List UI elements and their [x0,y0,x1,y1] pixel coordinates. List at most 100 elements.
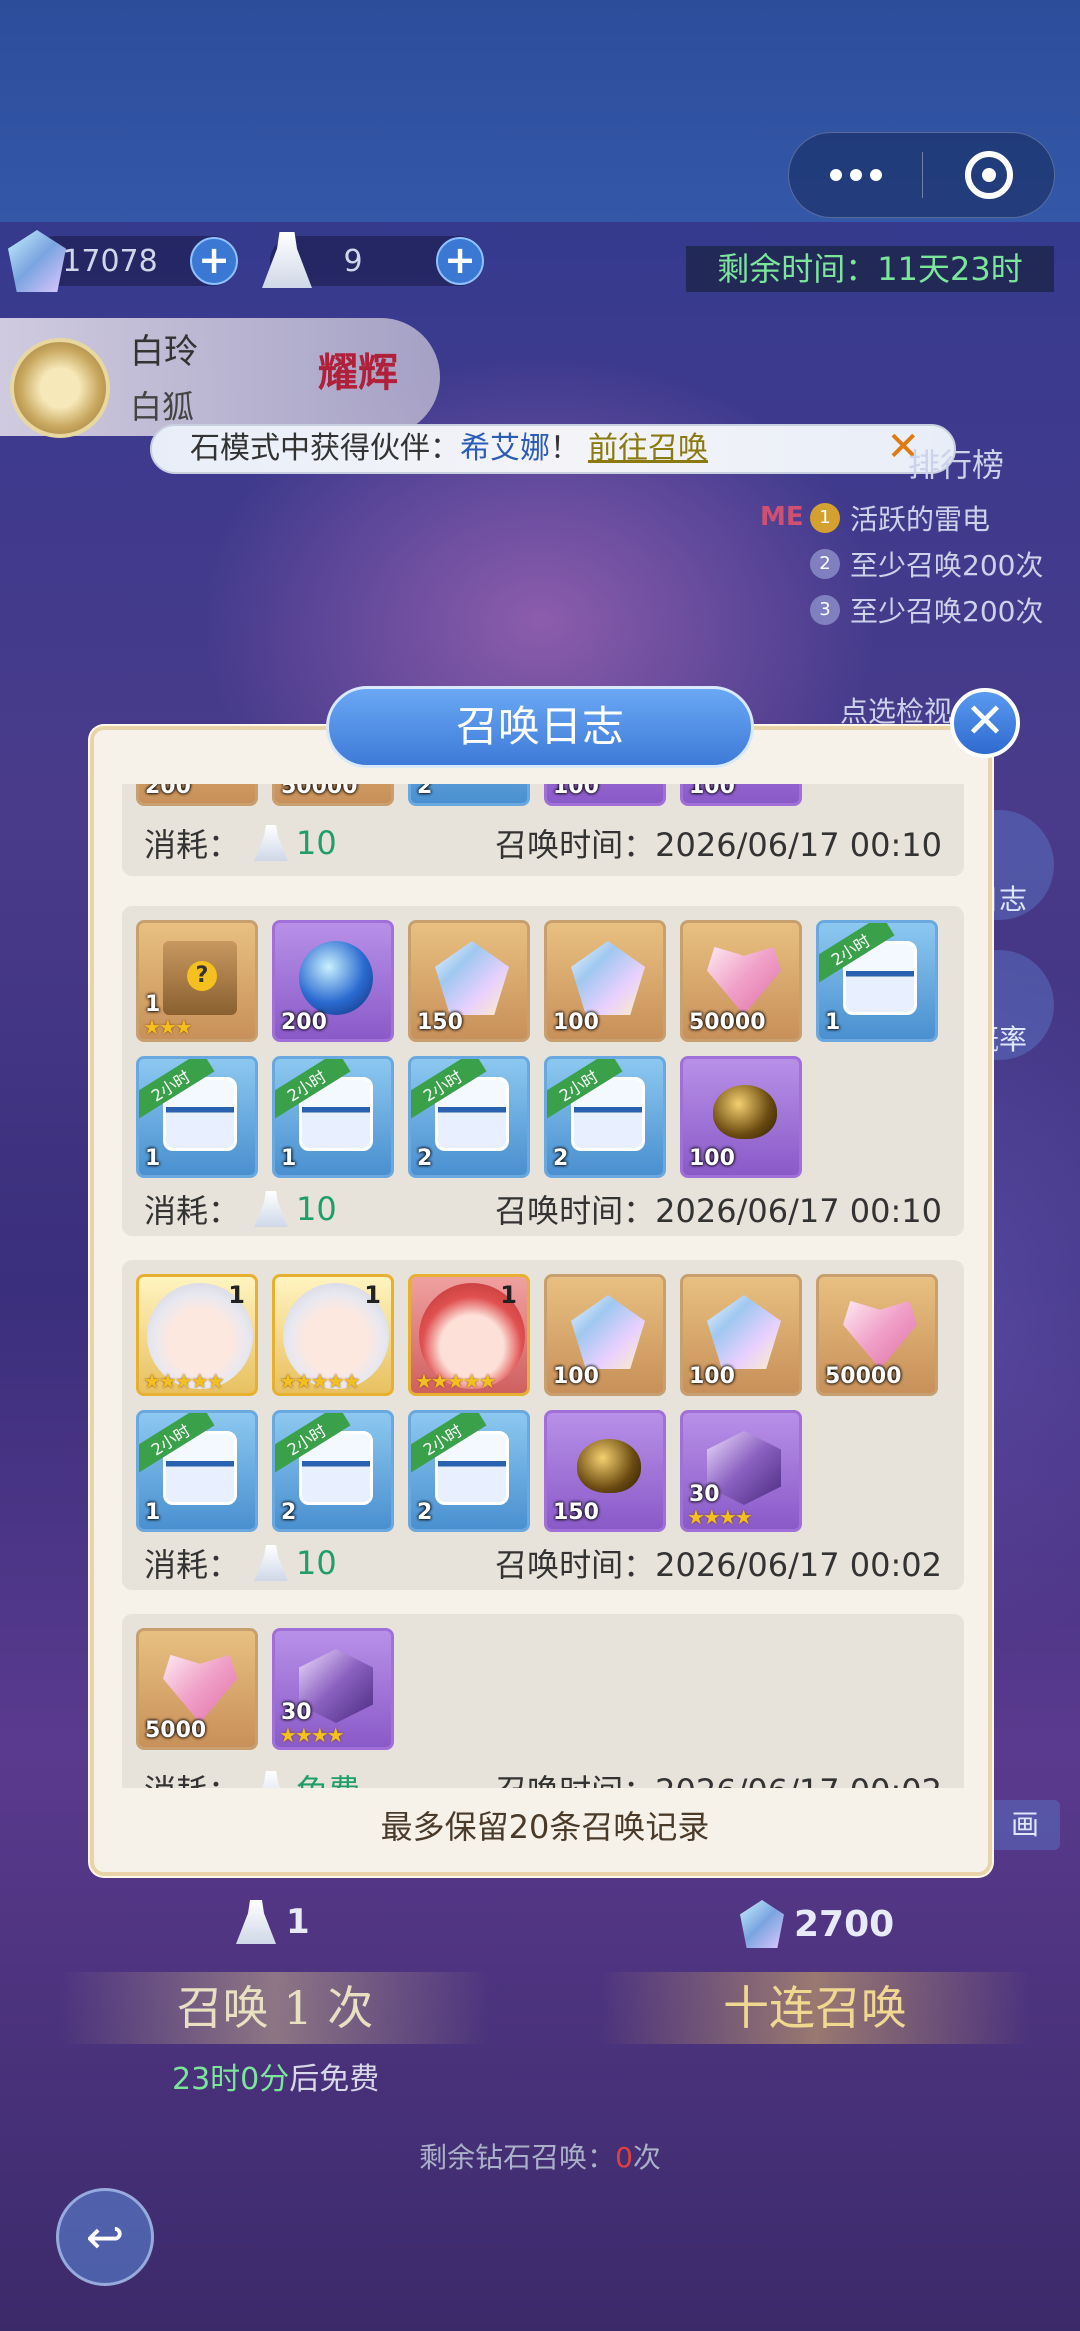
reward-item: 2小时 2 [272,1410,394,1532]
item-stars: ★★★★★ [279,1369,361,1393]
reward-item: 2小时 1 [816,920,938,1042]
reward-item: 1 ★★★★★ [272,1274,394,1396]
heart-coupon-icon [707,946,781,1015]
free-time-value: 23时0分 [172,2062,290,2097]
item-qty: 150 [417,1010,463,1035]
item-qty: 50000 [689,1010,766,1035]
reward-item: 100 [544,1274,666,1396]
dress-ticket-icon [236,1900,276,1944]
cost-label: 消耗： [144,1546,241,1584]
remain-suffix: 次 [632,2141,661,2174]
item-qty: 100 [553,1364,599,1389]
item-qty: 2 [417,784,433,799]
remaining-summons: 剩余钻石召唤：0次 [0,2136,1080,2176]
back-arrow-icon[interactable]: ↩ [56,2188,154,2286]
entry-cost: 消耗： 10 [144,1540,337,1586]
remaining-time: 剩余时间：11天23时 [686,246,1054,292]
summon-controls: 1 2700 召唤 1 次 十连召唤 23时0分后免费 剩余钻石召唤：0次 ↩ [0,1900,1080,2331]
entry-time: 召唤时间：2026/06/17 00:10 [495,1186,942,1232]
reward-item: 100 [544,920,666,1042]
rank-row: 2 至少召唤200次 [810,544,1043,584]
remain-label: 剩余钻石召唤： [419,2141,616,2174]
item-stars: ★★★★ [687,1505,753,1529]
plus-icon[interactable]: + [190,237,238,285]
time-value: 2026/06/17 00:10 [655,826,942,864]
dress-ticket-icon [254,1191,289,1227]
item-qty: 2 [281,1500,297,1525]
cost-label: 消耗： [144,826,241,864]
side-record-label: 画 [1010,1808,1039,1841]
item-stars: ★★★ [143,1015,193,1039]
item-qty: 200 [145,784,191,799]
reward-item: 2小时 1 [136,1410,258,1532]
item-stars: ★★★★ [279,1723,345,1747]
summon-once-button[interactable]: 召唤 1 次 [60,1972,490,2044]
entry-cost: 消耗： 10 [144,820,337,866]
ten-cost: 2700 [740,1900,894,1948]
reward-item: 5000 [136,1628,258,1750]
rank-more[interactable]: 点选检视 [840,690,952,730]
plus-icon[interactable]: + [436,237,484,285]
entry-cost: 消耗： 10 [144,1186,337,1232]
summon-log-dialog: 200 50000 2 100 100 消耗： 10 召唤时间：2026/06/1… [90,726,992,1876]
gear-avatar-icon [10,338,110,438]
time-label: 召唤时间： [495,1772,655,1788]
single-cost-value: 1 [286,1902,310,1942]
reward-item: 30 ★★★★ [272,1628,394,1750]
remain-count: 0 [615,2141,633,2174]
dress-ticket-icon [254,825,289,861]
reward-item: 150 [408,920,530,1042]
more-dots-icon[interactable] [789,133,922,217]
rank-text: 活跃的雷电 [850,503,991,536]
single-cost: 1 [236,1900,310,1944]
notice-mark: ！ [550,431,580,466]
heart-coupon-icon [843,1300,917,1369]
notice-link[interactable]: 前往召唤 [588,426,708,472]
entry-time: 召唤时间：2026/06/17 00:02 [495,1540,942,1586]
reward-item: 2小时 1 [136,1056,258,1178]
dress-ticket-icon [254,1545,289,1581]
reward-item: 200 [272,920,394,1042]
reward-item: 2 [408,784,530,806]
mini-program-capsule [788,132,1055,218]
partner-profile[interactable]: 白玲 白狐 耀辉 [0,318,440,438]
cost-value: 10 [296,1190,337,1228]
item-stars: ★★★★★ [143,1369,225,1393]
reward-item: 1 ★★★★★ [136,1274,258,1396]
golden-egg-icon [577,1439,641,1493]
item-qty: 100 [689,1364,735,1389]
summon-ten-button[interactable]: 十连召唤 [600,1972,1030,2044]
time-label: 召唤时间： [495,1192,656,1230]
item-qty: 1 [145,1500,161,1525]
item-qty: 5000 [145,1718,207,1743]
free-timer: 23时0分后免费 [172,2054,379,2098]
rank-text: 至少召唤200次 [850,549,1044,582]
ten-cost-value: 2700 [794,1903,895,1945]
log-entry: 5000 30★★★★ 消耗： 免费 召唤时间：2026/06/17 00:02 [122,1614,964,1788]
reward-item: 100 [544,784,666,806]
rank-row: 1 活跃的雷电 [810,498,990,538]
time-value: 2026/06/17 00:02 [655,1546,942,1584]
target-icon[interactable] [923,151,1054,199]
item-qty: 100 [689,1146,735,1171]
summon-log-list[interactable]: 200 50000 2 100 100 消耗： 10 召唤时间：2026/06/1… [122,784,964,1788]
time-value: 2026/06/17 00:02 [655,1772,942,1788]
item-qty: 30 [689,1482,720,1507]
side-record-button[interactable]: 画 [990,1800,1060,1850]
diamond-icon [740,1900,784,1948]
top-bar [0,0,1080,222]
profile-subtitle: 白狐 [130,388,195,426]
reward-item: 100 [680,1274,802,1396]
notice-partner: 希艾娜 [460,431,550,466]
close-icon[interactable]: ✕ [950,688,1020,758]
item-qty: 1 [145,992,161,1017]
entry-time: 召唤时间：2026/06/17 00:10 [495,820,942,866]
free-suffix: 后免费 [289,2062,380,2097]
profile-badge: 耀辉 [318,349,398,396]
log-footnote: 最多保留20条召唤记录 [380,1808,710,1846]
log-entry: 1 ★★★★★ 1 ★★★★★ 1 ★★★★★ 100 100 50000 2小时 1 … [122,1260,964,1590]
time-value: 2026/06/17 00:10 [655,1192,942,1230]
reward-item: ? 1 ★★★ [136,920,258,1042]
reward-item: 50000 [272,784,394,806]
rank-me-label: ME [760,502,804,532]
